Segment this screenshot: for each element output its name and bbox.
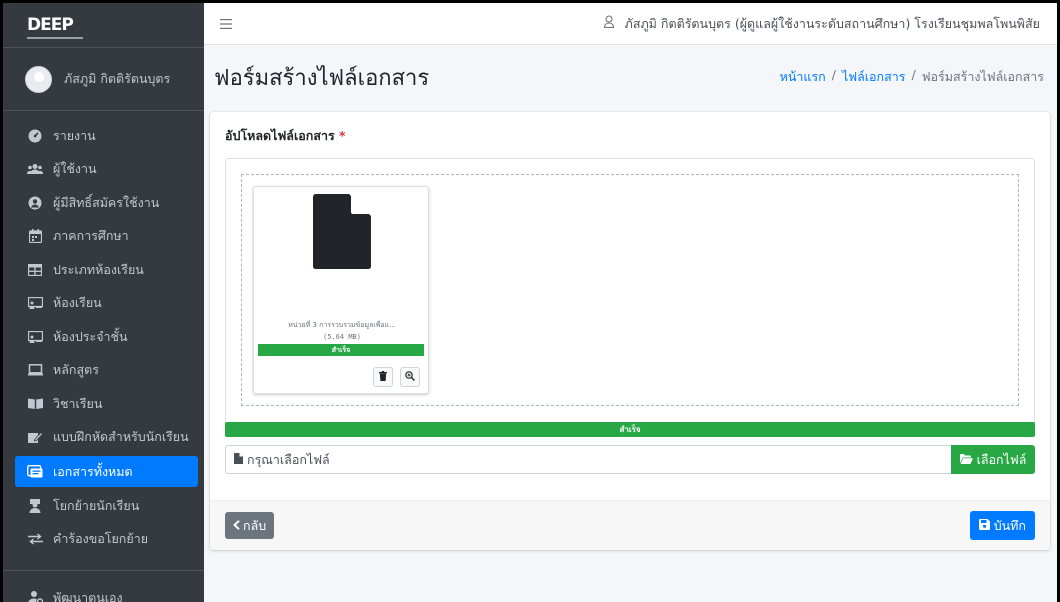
file-upload-status: สำเร็จ [258, 344, 424, 356]
sidebar-item-subjects[interactable]: วิชาเรียน [3, 387, 200, 421]
user-panel[interactable]: ภัสภูมิ กิตติรัตนบุตร [3, 48, 204, 111]
back-label: กลับ [243, 517, 267, 533]
card-footer: กลับ บันทึก [210, 500, 1050, 550]
trash-icon [379, 370, 387, 384]
sidebar-item-classroom[interactable]: ห้องเรียน [3, 287, 200, 321]
users-icon [27, 162, 43, 176]
user-icon [603, 15, 615, 32]
file-icon-small [234, 452, 243, 467]
file-drop-zone[interactable]: หน่วยที่ 3 การรวบรวมข้อมูลเพื่อแ... (5.6… [241, 174, 1019, 406]
sidebar-item-label: หลักสูตร [53, 362, 99, 378]
book-open-icon [27, 397, 43, 411]
chevron-left-icon [233, 518, 240, 533]
top-navbar: ภัสภูมิ กิตติรัตนบุตร (ผู้ดูแลผู้ใช้งานร… [204, 0, 1060, 45]
sidebar-item-self-development[interactable]: พัฒนาตนเอง [3, 581, 200, 602]
sidebar-item-label: รายงาน [53, 127, 96, 143]
folder-open-icon [27, 465, 43, 479]
upload-label: อัปโหลดไฟล์เอกสาร * [225, 128, 346, 143]
breadcrumb-separator: / [831, 67, 836, 82]
exchange-icon [27, 532, 43, 546]
hamburger-menu-icon[interactable] [220, 14, 232, 33]
avatar[interactable] [25, 65, 52, 93]
sidebar-item-label: วิชาเรียน [53, 395, 103, 411]
laptop-icon [27, 363, 43, 377]
zoom-in-icon [405, 370, 416, 384]
save-button[interactable]: บันทึก [969, 511, 1035, 540]
top-user-text[interactable]: ภัสภูมิ กิตติรัตนบุตร (ผู้ดูแลผู้ใช้งานร… [625, 14, 1040, 34]
sidebar-divider [3, 570, 204, 571]
sidebar-item-exercises[interactable]: แบบฝึกหัดสำหรับนักเรียน [3, 421, 200, 455]
file-size: (5.64 MB) [323, 333, 361, 341]
file-input-group: กรุณาเลือกไฟล์ เลือกไฟล์ [225, 445, 1035, 474]
upload-preview-box: หน่วยที่ 3 การรวบรวมข้อมูลเพื่อแ... (5.6… [225, 158, 1035, 430]
choose-file-button[interactable]: เลือกไฟล์ [951, 445, 1035, 474]
sidebar: DEEP ภัสภูมิ กิตติรัตนบุตร รายงาน ผู้ใช้… [0, 0, 204, 602]
sidebar-item-label: ห้องเรียน [53, 295, 102, 311]
table-icon [27, 263, 43, 277]
folder-open-icon [959, 452, 973, 467]
student-icon [27, 498, 43, 513]
sidebar-item-users[interactable]: ผู้ใช้งาน [3, 153, 200, 187]
content-header: ฟอร์มสร้างไฟล์เอกสาร หน้าแรก / ไฟล์เอกสา… [204, 45, 1060, 109]
sidebar-item-label: แบบฝึกหัดสำหรับนักเรียน [53, 429, 189, 445]
sidebar-item-label: คำร้องขอโยกย้าย [53, 531, 149, 547]
dashboard-icon [27, 129, 43, 143]
sidebar-item-transfer-students[interactable]: โยกย้ายนักเรียน [3, 489, 200, 523]
sidebar-item-label: โยกย้ายนักเรียน [53, 497, 140, 513]
sidebar-item-label: ภาคการศึกษา [53, 228, 129, 244]
top-user-menu[interactable]: ภัสภูมิ กิตติรัตนบุตร (ผู้ดูแลผู้ใช้งานร… [603, 14, 1040, 34]
delete-file-button[interactable] [373, 367, 393, 387]
sidebar-item-semester[interactable]: ภาคการศึกษา [3, 220, 200, 254]
sidebar-item-label: ห้องประจำชั้น [53, 328, 128, 344]
file-preview-card: หน่วยที่ 3 การรวบรวมข้อมูลเพื่อแ... (5.6… [253, 186, 429, 394]
save-label: บันทึก [993, 517, 1026, 533]
file-input-placeholder: กรุณาเลือกไฟล์ [247, 451, 330, 467]
brand-logo[interactable]: DEEP [27, 16, 83, 39]
sidebar-item-label: พัฒนาตนเอง [53, 589, 123, 602]
overall-upload-progress: สำเร็จ [225, 422, 1035, 437]
sidebar-item-label: เอกสารทั้งหมด [53, 463, 133, 479]
page-title: ฟอร์มสร้างไฟล์เอกสาร [214, 65, 430, 91]
sidebar-item-classroom-type[interactable]: ประเภทห้องเรียน [3, 253, 200, 287]
breadcrumb-current: ฟอร์มสร้างไฟล์เอกสาร [921, 69, 1044, 84]
file-icon [313, 194, 371, 269]
sidebar-item-curriculum[interactable]: หลักสูตร [3, 354, 200, 388]
sidebar-item-label: ผู้มีสิทธิ์สมัครใช้งาน [53, 194, 160, 210]
sidebar-nav: รายงาน ผู้ใช้งาน ผู้มีสิทธิ์สมัครใช้งาน … [3, 111, 204, 602]
breadcrumb-separator: / [911, 67, 916, 82]
breadcrumb-documents-link[interactable]: ไฟล์เอกสาร [842, 67, 906, 87]
user-name[interactable]: ภัสภูมิ กิตติรัตนบุตร [64, 69, 170, 89]
back-button[interactable]: กลับ [225, 512, 275, 539]
file-name: หน่วยที่ 3 การรวบรวมข้อมูลเพื่อแ... [288, 321, 396, 329]
breadcrumb: หน้าแรก / ไฟล์เอกสาร / ฟอร์มสร้างไฟล์เอก… [780, 67, 1044, 87]
brand[interactable]: DEEP [3, 3, 204, 48]
sidebar-item-all-documents[interactable]: เอกสารทั้งหมด [15, 456, 198, 487]
required-mark: * [339, 128, 346, 143]
sidebar-item-transfer-requests[interactable]: คำร้องขอโยกย้าย [3, 523, 200, 557]
choose-file-label: เลือกไฟล์ [976, 451, 1027, 467]
user-cog-icon [27, 591, 43, 602]
sidebar-item-eligible-users[interactable]: ผู้มีสิทธิ์สมัครใช้งาน [3, 186, 200, 220]
user-circle-icon [27, 196, 43, 210]
file-input-field[interactable]: กรุณาเลือกไฟล์ [225, 445, 951, 474]
breadcrumb-home-link[interactable]: หน้าแรก [780, 67, 826, 87]
calendar-icon [27, 229, 43, 244]
document-form-card: อัปโหลดไฟล์เอกสาร * หน่วยที่ 3 การรวบรวม… [210, 112, 1050, 550]
save-icon [978, 518, 990, 533]
sidebar-item-homeroom[interactable]: ห้องประจำชั้น [3, 320, 200, 354]
sidebar-item-report[interactable]: รายงาน [3, 119, 200, 153]
chalkboard-teacher-icon [27, 330, 43, 344]
zoom-file-button[interactable] [400, 367, 420, 387]
chalkboard-icon [27, 296, 43, 310]
edit-icon [27, 430, 43, 444]
sidebar-item-label: ประเภทห้องเรียน [53, 261, 144, 277]
sidebar-item-label: ผู้ใช้งาน [53, 161, 97, 177]
